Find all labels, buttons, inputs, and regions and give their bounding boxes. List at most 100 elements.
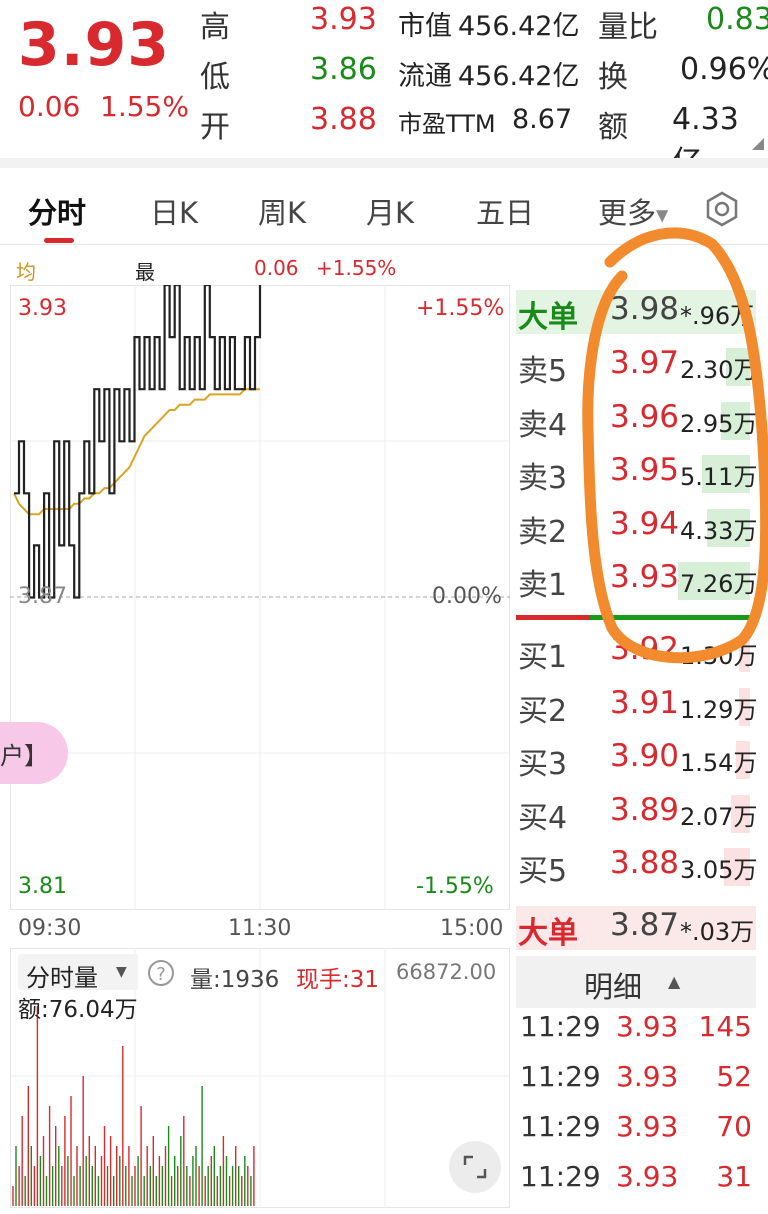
trade-row: 11:29 3.93 70	[520, 1110, 756, 1154]
sell-level-label: 卖3	[518, 461, 568, 496]
sell-level-label: 卖1	[518, 568, 568, 603]
sell-level-price: 3.93	[610, 559, 680, 595]
fullscreen-button[interactable]	[449, 1141, 501, 1193]
market-cap-label: 市值	[398, 11, 452, 42]
indicator-change: 0.06	[254, 256, 299, 280]
time-end: 15:00	[440, 916, 504, 941]
float-cap-value: 456.42亿	[458, 61, 580, 92]
fullscreen-icon	[463, 1155, 487, 1179]
buy-level-volume: 2.07万	[680, 802, 758, 831]
buy-level-label: 买2	[518, 693, 568, 729]
volume-indicator-select[interactable]: 分时量 ▼	[18, 954, 138, 992]
time-start: 09:30	[18, 916, 82, 941]
sell-order-row[interactable]: 卖5 3.97 2.30万	[518, 340, 758, 390]
chart-tabs: 分时 日K 周K 月K 五日 更多▼	[0, 168, 768, 245]
trade-volume: 145	[698, 1010, 752, 1043]
big-buy-row[interactable]: 大单 3.87 *.03万	[516, 902, 758, 952]
high-label: 高	[200, 10, 230, 45]
trade-time: 11:29	[520, 1160, 601, 1193]
side-floating-tab[interactable]: 户】	[0, 722, 68, 784]
buy-order-row[interactable]: 买3 3.90 1.54万	[518, 733, 758, 783]
big-sell-row[interactable]: 大单 3.98 *.96万	[516, 286, 758, 336]
volume-ratio-value: 0.83	[706, 2, 768, 37]
buy-level-price: 3.89	[610, 791, 680, 828]
current-hand-label: 现手:31	[296, 967, 380, 993]
volume-amount-label: 额:76.04万	[18, 997, 138, 1023]
active-tab-indicator	[44, 238, 74, 243]
sell-order-row[interactable]: 卖1 3.93 7.26万	[518, 554, 758, 604]
tab-more[interactable]: 更多▼	[598, 190, 668, 232]
trade-volume: 31	[716, 1160, 752, 1193]
axis-mid-right: 0.00%	[432, 584, 502, 609]
sell-level-label: 卖2	[518, 514, 568, 550]
big-buy-vol: *.03万	[680, 918, 755, 946]
settings-icon[interactable]	[704, 191, 740, 227]
low-label: 低	[200, 60, 230, 95]
sell-order-row[interactable]: 卖4 3.96 2.95万	[518, 394, 758, 444]
buy-level-price: 3.92	[610, 631, 680, 667]
turnover-value: 0.96%	[680, 52, 768, 87]
axis-bottom-left: 3.81	[18, 874, 67, 899]
axis-bottom-right: -1.55%	[416, 874, 494, 899]
sell-level-label: 卖4	[518, 407, 568, 443]
volume-label: 量:1936	[190, 967, 280, 993]
tab-five-day[interactable]: 五日	[476, 190, 534, 232]
price-change-pct: 1.55%	[100, 90, 189, 123]
current-price: 3.93	[18, 10, 171, 80]
tab-weekly-k[interactable]: 周K	[258, 190, 306, 232]
volume-max-label: 66872.00	[396, 960, 497, 984]
buy-order-row[interactable]: 买4 3.89 2.07万	[518, 787, 758, 837]
sell-order-row[interactable]: 卖2 3.94 4.33万	[518, 501, 758, 551]
buy-level-price: 3.88	[610, 845, 680, 881]
turnover-label: 换	[598, 60, 628, 95]
buy-order-row[interactable]: 买5 3.88 3.05万	[518, 840, 758, 890]
sell-level-label: 卖5	[518, 354, 568, 389]
buy-level-label: 买3	[518, 747, 568, 782]
expand-corner-icon[interactable]	[752, 138, 764, 150]
trade-time: 11:29	[520, 1060, 601, 1093]
buy-level-volume: 1.30万	[680, 642, 758, 670]
buy-sell-ratio-red	[516, 615, 590, 620]
trade-row: 11:29 3.93 31	[520, 1160, 756, 1204]
caret-up-icon: ▲	[668, 972, 681, 991]
open-label: 开	[200, 110, 230, 145]
tab-monthly-k[interactable]: 月K	[366, 190, 414, 232]
tab-intraday[interactable]: 分时	[28, 190, 86, 232]
sell-level-volume: 2.30万	[680, 356, 758, 384]
trade-volume: 52	[716, 1060, 752, 1093]
side-tab-label: 户】	[0, 742, 48, 770]
big-buy-price: 3.87	[610, 907, 680, 943]
sell-level-price: 3.96	[610, 398, 680, 435]
detail-title: 明细	[584, 970, 643, 1004]
buy-sell-ratio-green	[590, 615, 750, 620]
big-sell-vol: *.96万	[680, 302, 755, 330]
help-icon[interactable]: ?	[148, 960, 174, 986]
price-change: 0.06	[18, 90, 81, 123]
divider	[0, 158, 768, 168]
buy-level-volume: 1.29万	[680, 695, 758, 724]
buy-order-row[interactable]: 买2 3.91 1.29万	[518, 680, 758, 730]
big-sell-price: 3.98	[610, 291, 680, 327]
time-mid: 11:30	[228, 916, 292, 941]
buy-level-label: 买1	[518, 640, 568, 675]
buy-level-volume: 3.05万	[680, 856, 758, 884]
tab-daily-k[interactable]: 日K	[150, 190, 198, 232]
sell-level-volume: 4.33万	[680, 516, 758, 545]
pe-label: 市盈TTM	[398, 110, 496, 138]
sell-level-price: 3.97	[610, 345, 680, 381]
buy-order-row[interactable]: 买1 3.92 1.30万	[518, 626, 758, 676]
detail-header[interactable]: 明细 ▲	[516, 956, 756, 1008]
tab-more-label: 更多	[598, 196, 657, 230]
buy-level-volume: 1.54万	[680, 749, 758, 777]
sell-level-volume: 2.95万	[680, 409, 758, 438]
axis-top-left: 3.93	[18, 296, 67, 321]
amount-label: 额	[598, 110, 628, 145]
sell-level-volume: 5.11万	[680, 463, 758, 491]
trade-price: 3.93	[616, 1110, 679, 1143]
volume-ratio-label: 量比	[598, 10, 658, 45]
buy-level-label: 买4	[518, 800, 568, 836]
indicator-pct: +1.55%	[316, 256, 397, 280]
sell-level-volume: 7.26万	[680, 570, 758, 598]
quote-header: 3.93 0.06 1.55% 高 3.93 低 3.86 开 3.88 市值 …	[0, 0, 768, 180]
sell-order-row[interactable]: 卖3 3.95 5.11万	[518, 447, 758, 497]
